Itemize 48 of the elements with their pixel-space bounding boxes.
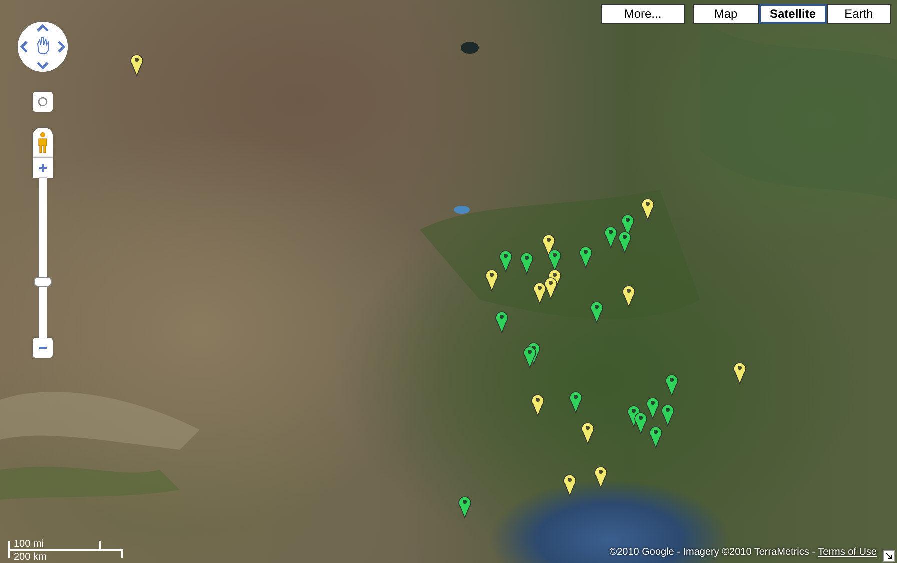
map-marker-icon[interactable] xyxy=(544,276,558,300)
map-marker-icon[interactable] xyxy=(523,345,537,369)
map-type-button[interactable]: Earth xyxy=(827,4,891,24)
zoom-in-button[interactable] xyxy=(33,158,53,178)
minus-icon xyxy=(38,346,48,350)
map-marker-icon[interactable] xyxy=(495,310,509,334)
pan-control[interactable] xyxy=(18,22,68,72)
map-marker-icon[interactable] xyxy=(520,251,534,275)
map-marker-icon[interactable] xyxy=(531,393,545,417)
map-marker-icon[interactable] xyxy=(485,268,499,292)
copyright-text: ©2010 Google - Imagery ©2010 TerraMetrics - Terms of Use xyxy=(610,546,877,560)
scale-label: 100 mi xyxy=(14,538,44,552)
map-marker-icon[interactable] xyxy=(590,300,604,324)
pegman-icon[interactable] xyxy=(33,128,53,158)
map-marker-icon[interactable] xyxy=(665,373,679,397)
zoom-out-button[interactable] xyxy=(33,338,53,358)
map-marker-icon[interactable] xyxy=(634,411,648,435)
plus-icon xyxy=(38,163,48,173)
map-marker-icon[interactable] xyxy=(618,230,632,254)
map-marker-icon[interactable] xyxy=(641,197,655,221)
map-type-button[interactable]: More... xyxy=(601,4,685,24)
circle-icon xyxy=(38,97,48,107)
map-marker-icon[interactable] xyxy=(622,284,636,308)
zoom-slider-thumb[interactable] xyxy=(34,277,52,287)
map-marker-icon[interactable] xyxy=(594,465,608,489)
satellite-imagery[interactable]: More... Map Satellite Earth 100 mi 200 km ©2010 Google - Imagery ©2010 TerraMetrics - Terms of Use xyxy=(0,0,897,563)
map-marker-icon[interactable] xyxy=(649,425,663,449)
map-type-button[interactable]: Map xyxy=(693,4,759,24)
map-marker-icon[interactable] xyxy=(542,233,556,257)
map-marker-icon[interactable] xyxy=(499,249,513,273)
resize-corner-icon[interactable] xyxy=(883,550,895,562)
terms-link[interactable]: Terms of Use xyxy=(818,547,877,558)
reset-view-button[interactable] xyxy=(33,92,53,112)
map-marker-icon[interactable] xyxy=(661,403,675,427)
scale-label: 200 km xyxy=(14,551,47,563)
map-marker-icon[interactable] xyxy=(569,390,583,414)
map-marker-icon[interactable] xyxy=(548,248,562,272)
map-marker-icon[interactable] xyxy=(604,225,618,249)
zoom-slider-track[interactable] xyxy=(39,178,47,338)
map-type-button[interactable]: Satellite xyxy=(759,4,827,24)
map-marker-icon[interactable] xyxy=(458,495,472,519)
map-marker-icon[interactable] xyxy=(130,53,144,77)
map-marker-icon[interactable] xyxy=(646,396,660,420)
map-marker-icon[interactable] xyxy=(581,421,595,445)
map-marker-icon[interactable] xyxy=(563,473,577,497)
map-marker-icon[interactable] xyxy=(733,361,747,385)
map-marker-icon[interactable] xyxy=(533,281,547,305)
map-marker-icon[interactable] xyxy=(579,245,593,269)
